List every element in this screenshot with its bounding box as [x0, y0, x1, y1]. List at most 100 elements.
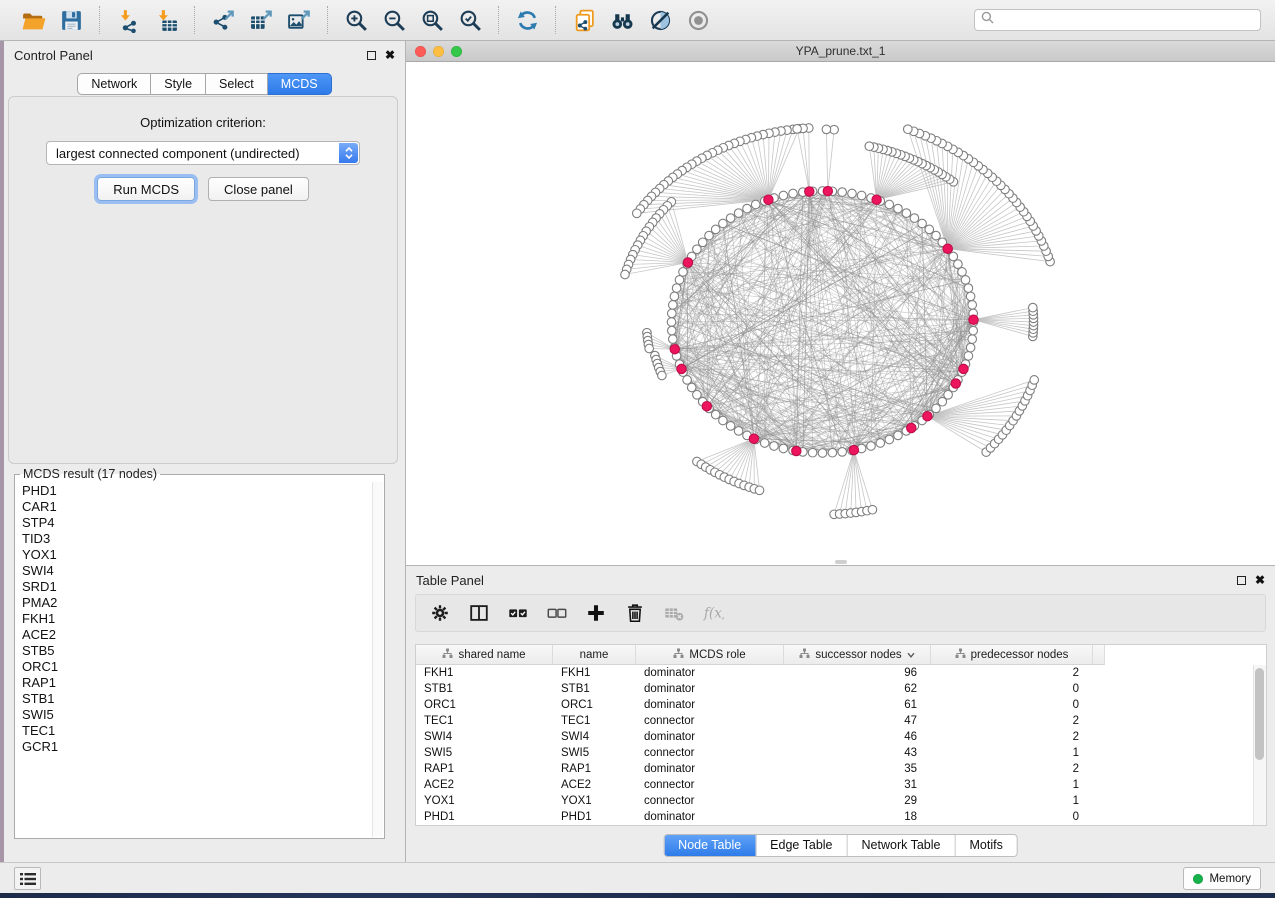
mcds-node-item[interactable]: PMA2 [16, 595, 371, 611]
mcds-hub-node[interactable] [792, 446, 801, 455]
table-scrollbar-thumb[interactable] [1255, 668, 1264, 760]
graph-node[interactable] [760, 439, 769, 448]
mcds-hub-node[interactable] [749, 434, 758, 443]
graph-node[interactable] [1029, 303, 1038, 312]
graph-node[interactable] [848, 189, 857, 198]
mcds-hub-node[interactable] [959, 364, 968, 373]
tab-network-table[interactable]: Network Table [847, 835, 955, 856]
graph-node[interactable] [885, 435, 894, 444]
graph-node[interactable] [902, 209, 911, 218]
graph-node[interactable] [705, 231, 714, 240]
show-all-icon[interactable] [683, 5, 713, 35]
mcds-node-item[interactable]: TID3 [16, 531, 371, 547]
graph-node[interactable] [679, 268, 688, 277]
graph-node[interactable] [876, 439, 885, 448]
graph-node[interactable] [958, 268, 967, 277]
split-columns-icon[interactable] [467, 601, 491, 625]
mcds-hub-node[interactable] [764, 195, 773, 204]
criterion-select[interactable]: largest connected component (undirected) [46, 141, 360, 165]
graph-node[interactable] [789, 189, 798, 198]
graph-node[interactable] [670, 292, 679, 301]
refresh-icon[interactable] [512, 5, 542, 35]
mcds-hub-node[interactable] [907, 423, 916, 432]
graph-node[interactable] [857, 191, 866, 200]
graph-node[interactable] [633, 209, 642, 218]
graph-node[interactable] [885, 200, 894, 209]
table-row[interactable]: YOX1YOX1connector291 [416, 793, 1266, 809]
graph-node[interactable] [719, 219, 728, 228]
memory-button[interactable]: Memory [1183, 867, 1261, 890]
graph-node[interactable] [669, 301, 678, 310]
mcds-node-item[interactable]: PHD1 [16, 483, 371, 499]
zoom-in-icon[interactable] [341, 5, 371, 35]
hide-selected-icon[interactable] [645, 5, 675, 35]
select-all-icon[interactable] [506, 601, 530, 625]
graph-node[interactable] [910, 214, 919, 223]
graph-node[interactable] [918, 219, 927, 228]
search-box[interactable] [974, 9, 1261, 31]
graph-node[interactable] [667, 318, 676, 327]
panel-menu-button[interactable] [14, 867, 41, 890]
mcds-hub-node[interactable] [872, 195, 881, 204]
zoom-selected-icon[interactable] [455, 5, 485, 35]
graph-node[interactable] [743, 204, 752, 213]
graph-node[interactable] [868, 505, 877, 514]
graph-node[interactable] [894, 431, 903, 440]
graph-node[interactable] [683, 376, 692, 385]
tab-style[interactable]: Style [151, 73, 206, 95]
mcds-hub-node[interactable] [849, 445, 858, 454]
export-network-icon[interactable] [208, 5, 238, 35]
zoom-out-icon[interactable] [379, 5, 409, 35]
graph-node[interactable] [669, 335, 678, 344]
run-mcds-button[interactable]: Run MCDS [97, 177, 195, 201]
table-row[interactable]: TEC1TEC1connector472 [416, 713, 1266, 729]
float-panel-icon[interactable] [367, 51, 376, 60]
graph-node[interactable] [755, 486, 764, 495]
column-header-successor-nodes[interactable]: successor nodes [784, 645, 931, 665]
table-row[interactable]: ORC1ORC1dominator610 [416, 697, 1266, 713]
mcds-node-item[interactable]: STB5 [16, 643, 371, 659]
graph-node[interactable] [726, 214, 735, 223]
network-view[interactable] [406, 63, 1275, 565]
column-header-shared-name[interactable]: shared name [416, 645, 553, 665]
graph-node[interactable] [865, 142, 874, 151]
graph-node[interactable] [968, 301, 977, 310]
mcds-hub-node[interactable] [702, 402, 711, 411]
mcds-node-item[interactable]: SWI4 [16, 563, 371, 579]
mcds-hub-node[interactable] [823, 186, 832, 195]
mcds-hub-node[interactable] [677, 364, 686, 373]
mcds-hub-node[interactable] [943, 244, 952, 253]
table-row[interactable]: FKH1FKH1dominator962 [416, 665, 1266, 681]
table-row[interactable]: ACE2ACE2connector311 [416, 777, 1266, 793]
graph-node[interactable] [968, 335, 977, 344]
first-neighbors-icon[interactable] [607, 5, 637, 35]
column-header-MCDS-role[interactable]: MCDS role [636, 645, 784, 665]
graph-node[interactable] [932, 231, 941, 240]
graph-node[interactable] [818, 449, 827, 458]
graph-node[interactable] [668, 309, 677, 318]
mcds-node-item[interactable]: SRD1 [16, 579, 371, 595]
graph-node[interactable] [966, 343, 975, 352]
table-row[interactable]: STB1STB1dominator620 [416, 681, 1266, 697]
column-header-name[interactable]: name [553, 645, 636, 665]
graph-node[interactable] [734, 427, 743, 436]
graph-node[interactable] [966, 292, 975, 301]
delete-column-icon[interactable] [623, 601, 647, 625]
export-image-icon[interactable] [284, 5, 314, 35]
mcds-hub-node[interactable] [805, 187, 814, 196]
mcds-node-item[interactable]: RAP1 [16, 675, 371, 691]
graph-node[interactable] [828, 448, 837, 457]
graph-node[interactable] [964, 352, 973, 361]
save-session-icon[interactable] [56, 5, 86, 35]
graph-node[interactable] [793, 125, 802, 134]
import-table-icon[interactable] [151, 5, 181, 35]
graph-node[interactable] [668, 326, 677, 335]
graph-node[interactable] [838, 448, 847, 457]
table-row[interactable]: RAP1RAP1dominator352 [416, 761, 1266, 777]
graph-node[interactable] [751, 200, 760, 209]
settings-icon[interactable] [428, 601, 452, 625]
mcds-node-item[interactable]: ACE2 [16, 627, 371, 643]
column-header-predecessor-nodes[interactable]: predecessor nodes [931, 645, 1093, 665]
graph-node[interactable] [779, 444, 788, 453]
graph-node[interactable] [726, 422, 735, 431]
